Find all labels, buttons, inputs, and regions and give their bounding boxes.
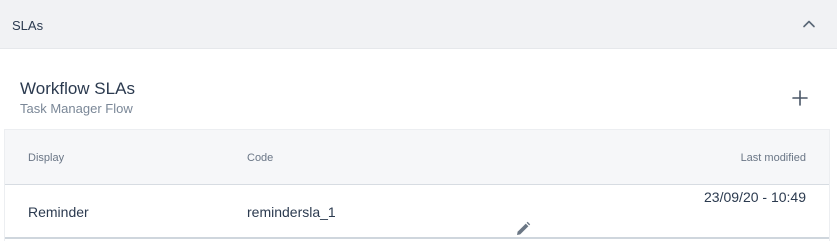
add-sla-button[interactable] bbox=[791, 89, 809, 107]
card-subtitle: Task Manager Flow bbox=[20, 101, 133, 116]
sla-table: Display Code Last modified Reminder remi… bbox=[4, 129, 830, 241]
table-header: Display Code Last modified bbox=[5, 129, 829, 185]
column-header-code[interactable]: Code bbox=[247, 151, 273, 165]
section-title: SLAs bbox=[12, 18, 44, 33]
slas-panel: SLAs Workflow SLAs Task Manager Flow Dis… bbox=[0, 0, 837, 244]
row-display-cell: Reminder bbox=[28, 204, 89, 220]
edit-button[interactable] bbox=[514, 220, 532, 238]
chevron-up-icon bbox=[803, 20, 815, 28]
column-header-last-modified[interactable]: Last modified bbox=[741, 151, 806, 165]
pencil-edit-icon bbox=[517, 221, 531, 235]
plus-icon bbox=[792, 90, 808, 106]
row-code-cell: remindersla_1 bbox=[247, 204, 336, 220]
collapse-button[interactable] bbox=[799, 14, 819, 34]
card-title: Workflow SLAs bbox=[20, 79, 135, 98]
row-last-modified-cell: 23/09/20 - 10:49 bbox=[704, 189, 806, 205]
slas-section-header[interactable]: SLAs bbox=[0, 0, 837, 49]
table-row[interactable]: Reminder remindersla_1 23/09/20 - 10:49 bbox=[5, 185, 829, 239]
column-header-display[interactable]: Display bbox=[28, 151, 64, 165]
